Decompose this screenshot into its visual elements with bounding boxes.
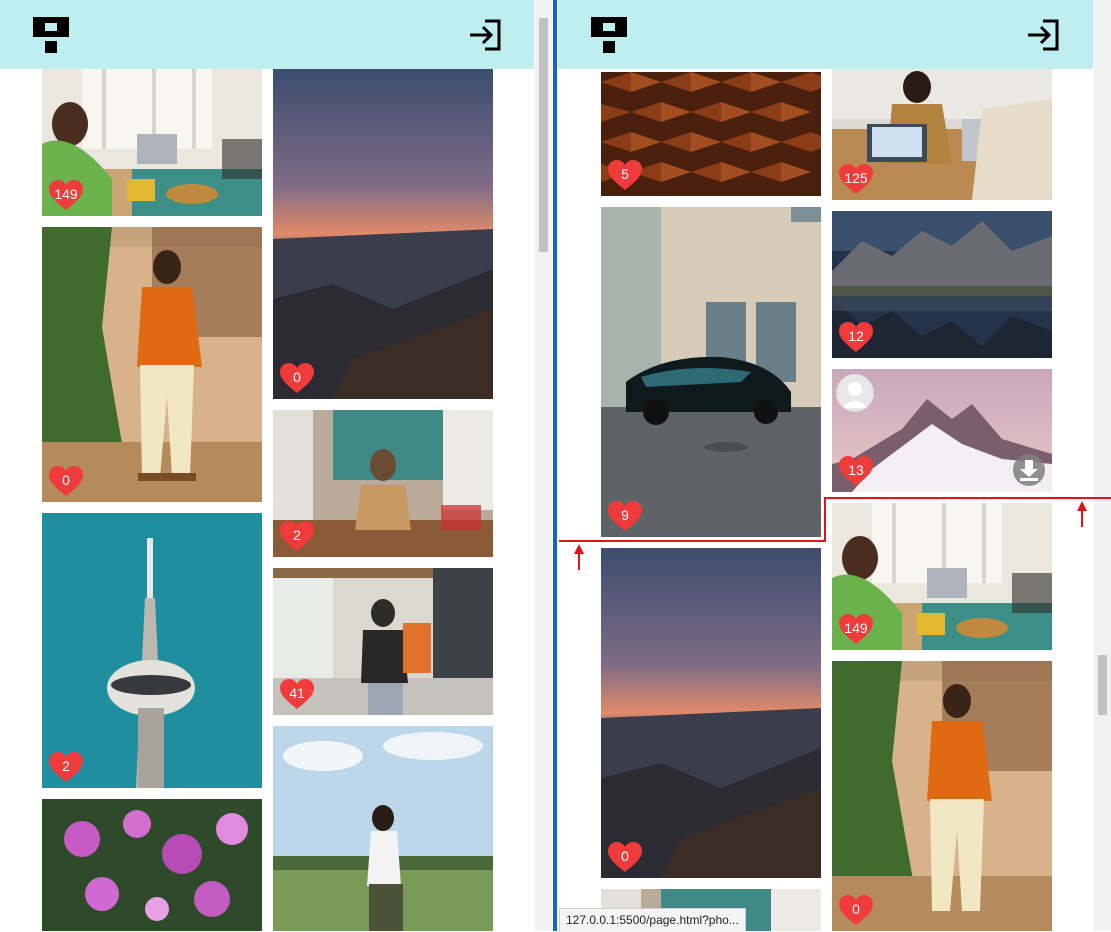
photo-card[interactable]: 125	[832, 69, 1052, 200]
like-badge[interactable]: 12	[838, 321, 874, 353]
like-count: 0	[293, 369, 301, 385]
annotation-line	[824, 497, 826, 542]
photo-image	[601, 207, 821, 537]
photo-image	[273, 726, 493, 931]
photo-image	[42, 227, 262, 502]
sign-in-icon[interactable]	[467, 17, 503, 53]
site-header	[0, 0, 534, 69]
logo-icon[interactable]	[591, 17, 627, 53]
like-count: 125	[844, 170, 868, 186]
photo-card[interactable]: 0	[601, 548, 821, 878]
site-header	[558, 0, 1093, 69]
photo-card[interactable]: 0	[273, 69, 493, 399]
photo-card[interactable]: 13	[832, 369, 1052, 492]
scrollbar[interactable]	[535, 0, 552, 931]
like-count: 0	[62, 472, 70, 488]
like-badge[interactable]: 0	[838, 894, 874, 926]
photo-card[interactable]: 5	[601, 72, 821, 196]
like-count: 2	[293, 527, 301, 543]
photo-card[interactable]: 2	[273, 410, 493, 557]
right-browser-pane: 5 9 0 125 12 13 149 0	[558, 0, 1111, 931]
photo-image	[832, 661, 1052, 931]
scrollbar-thumb[interactable]	[1098, 655, 1107, 715]
photo-card[interactable]: 12	[832, 211, 1052, 358]
arrow-up-icon	[574, 544, 584, 570]
like-badge[interactable]: 149	[838, 613, 874, 645]
photo-image	[42, 513, 262, 788]
like-count: 0	[852, 901, 860, 917]
left-browser-pane: 149 0 2 0 2 41	[0, 0, 552, 931]
photo-card[interactable]: 149	[832, 503, 1052, 650]
logo-icon[interactable]	[33, 17, 69, 53]
like-badge[interactable]: 13	[838, 455, 874, 487]
like-badge[interactable]: 0	[48, 465, 84, 497]
download-icon[interactable]	[1011, 454, 1047, 486]
like-count: 41	[289, 685, 305, 701]
photo-image	[601, 548, 821, 878]
like-badge[interactable]: 125	[838, 163, 874, 195]
like-badge[interactable]: 2	[48, 751, 84, 783]
photo-card[interactable]: 149	[42, 69, 262, 216]
arrow-up-icon	[1077, 501, 1087, 527]
like-badge[interactable]: 2	[279, 520, 315, 552]
like-count: 149	[844, 620, 868, 636]
user-avatar-icon[interactable]	[836, 374, 874, 412]
like-badge[interactable]: 0	[607, 841, 643, 873]
photo-image	[273, 69, 493, 399]
photo-image	[42, 799, 262, 931]
photo-card[interactable]: 0	[42, 227, 262, 502]
like-badge[interactable]: 0	[279, 362, 315, 394]
annotation-line	[559, 540, 826, 542]
like-count: 12	[848, 328, 864, 344]
like-count: 2	[62, 758, 70, 774]
like-count: 0	[621, 848, 629, 864]
photo-card[interactable]	[273, 726, 493, 931]
annotation-line	[824, 497, 1111, 499]
like-count: 9	[621, 507, 629, 523]
photo-card[interactable]: 41	[273, 568, 493, 715]
photo-card[interactable]	[42, 799, 262, 931]
like-count: 149	[54, 186, 78, 202]
scrollbar-thumb[interactable]	[539, 18, 548, 252]
like-badge[interactable]: 149	[48, 179, 84, 211]
photo-card[interactable]: 2	[42, 513, 262, 788]
like-count: 5	[621, 166, 629, 182]
like-badge[interactable]: 5	[607, 159, 643, 191]
scrollbar[interactable]	[1094, 0, 1111, 931]
photo-card[interactable]: 0	[832, 661, 1052, 931]
like-badge[interactable]: 41	[279, 678, 315, 710]
like-badge[interactable]: 9	[607, 500, 643, 532]
photo-card[interactable]: 9	[601, 207, 821, 537]
like-count: 13	[848, 462, 864, 478]
status-bar-url: 127.0.0.1:5500/page.html?pho...	[559, 908, 746, 932]
sign-in-icon[interactable]	[1025, 17, 1061, 53]
